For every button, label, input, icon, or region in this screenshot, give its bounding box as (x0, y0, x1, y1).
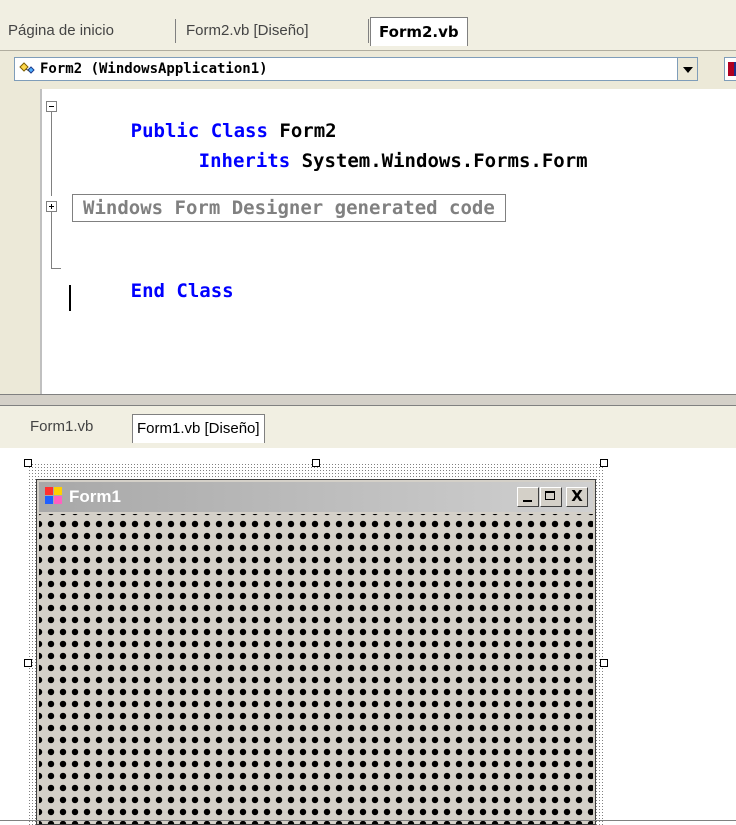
tab-separator (368, 19, 369, 43)
form-titlebar: Form1 X (39, 482, 593, 512)
collapse-icon[interactable] (46, 101, 57, 112)
code-line-1: Public Class Form2 (62, 95, 337, 142)
method-icon (728, 62, 736, 76)
editor-gutter (0, 89, 42, 394)
resize-handle-top[interactable] (312, 459, 320, 467)
tab-form2-design[interactable]: Form2.vb [Diseño] (178, 20, 317, 42)
resize-handle-top-right[interactable] (600, 459, 608, 467)
class-icon (19, 62, 35, 74)
tab-form1-design[interactable]: Form1.vb [Diseño] (132, 414, 265, 443)
outline-guide (51, 212, 52, 268)
class-name-dropdown[interactable]: Form2 (WindowsApplication1) (14, 57, 698, 81)
method-name-dropdown[interactable] (724, 57, 736, 81)
bottom-border (0, 820, 736, 821)
tab-form1-code[interactable]: Form1.vb (26, 416, 97, 438)
outline-guide (51, 268, 61, 269)
resize-handle-left[interactable] (24, 659, 32, 667)
form-client-area[interactable] (39, 514, 593, 824)
chevron-down-icon[interactable] (677, 58, 697, 80)
keyword-end-class: End Class (130, 280, 234, 302)
keyword-inherits: Inherits (198, 150, 291, 172)
designer-tabs: Form1.vb Form1.vb [Diseño] (0, 406, 736, 448)
form-designer-surface[interactable]: Form1 X (0, 448, 736, 825)
maximize-icon[interactable] (540, 487, 562, 507)
collapsed-region[interactable]: Windows Form Designer generated code (72, 194, 506, 222)
tab-separator (175, 19, 176, 43)
text-caret (69, 285, 71, 311)
base-class: System.Windows.Forms.Form (301, 150, 588, 172)
tab-start-page[interactable]: Página de inicio (0, 20, 122, 42)
pane-splitter[interactable] (0, 394, 736, 406)
form1-window[interactable]: Form1 X (36, 479, 596, 825)
expand-icon[interactable] (46, 201, 57, 212)
close-icon[interactable]: X (566, 487, 588, 507)
tab-form2-code[interactable]: Form2.vb (370, 17, 468, 46)
code-line-end: End Class (62, 255, 234, 302)
minimize-icon[interactable] (517, 487, 539, 507)
form-title: Form1 (69, 487, 121, 506)
code-editor[interactable]: Public Class Form2 Inherits System.Windo… (0, 89, 736, 394)
resize-handle-right[interactable] (600, 659, 608, 667)
document-tabs: Página de inicio Form2.vb [Diseño] Form2… (0, 0, 736, 51)
resize-handle-top-left[interactable] (24, 459, 32, 467)
form-icon (45, 487, 62, 504)
navigation-bar: Form2 (WindowsApplication1) (0, 51, 736, 89)
outline-guide (51, 112, 52, 196)
code-line-2: Inherits System.Windows.Forms.Form (130, 125, 588, 172)
class-dropdown-value: Form2 (WindowsApplication1) (40, 61, 268, 77)
